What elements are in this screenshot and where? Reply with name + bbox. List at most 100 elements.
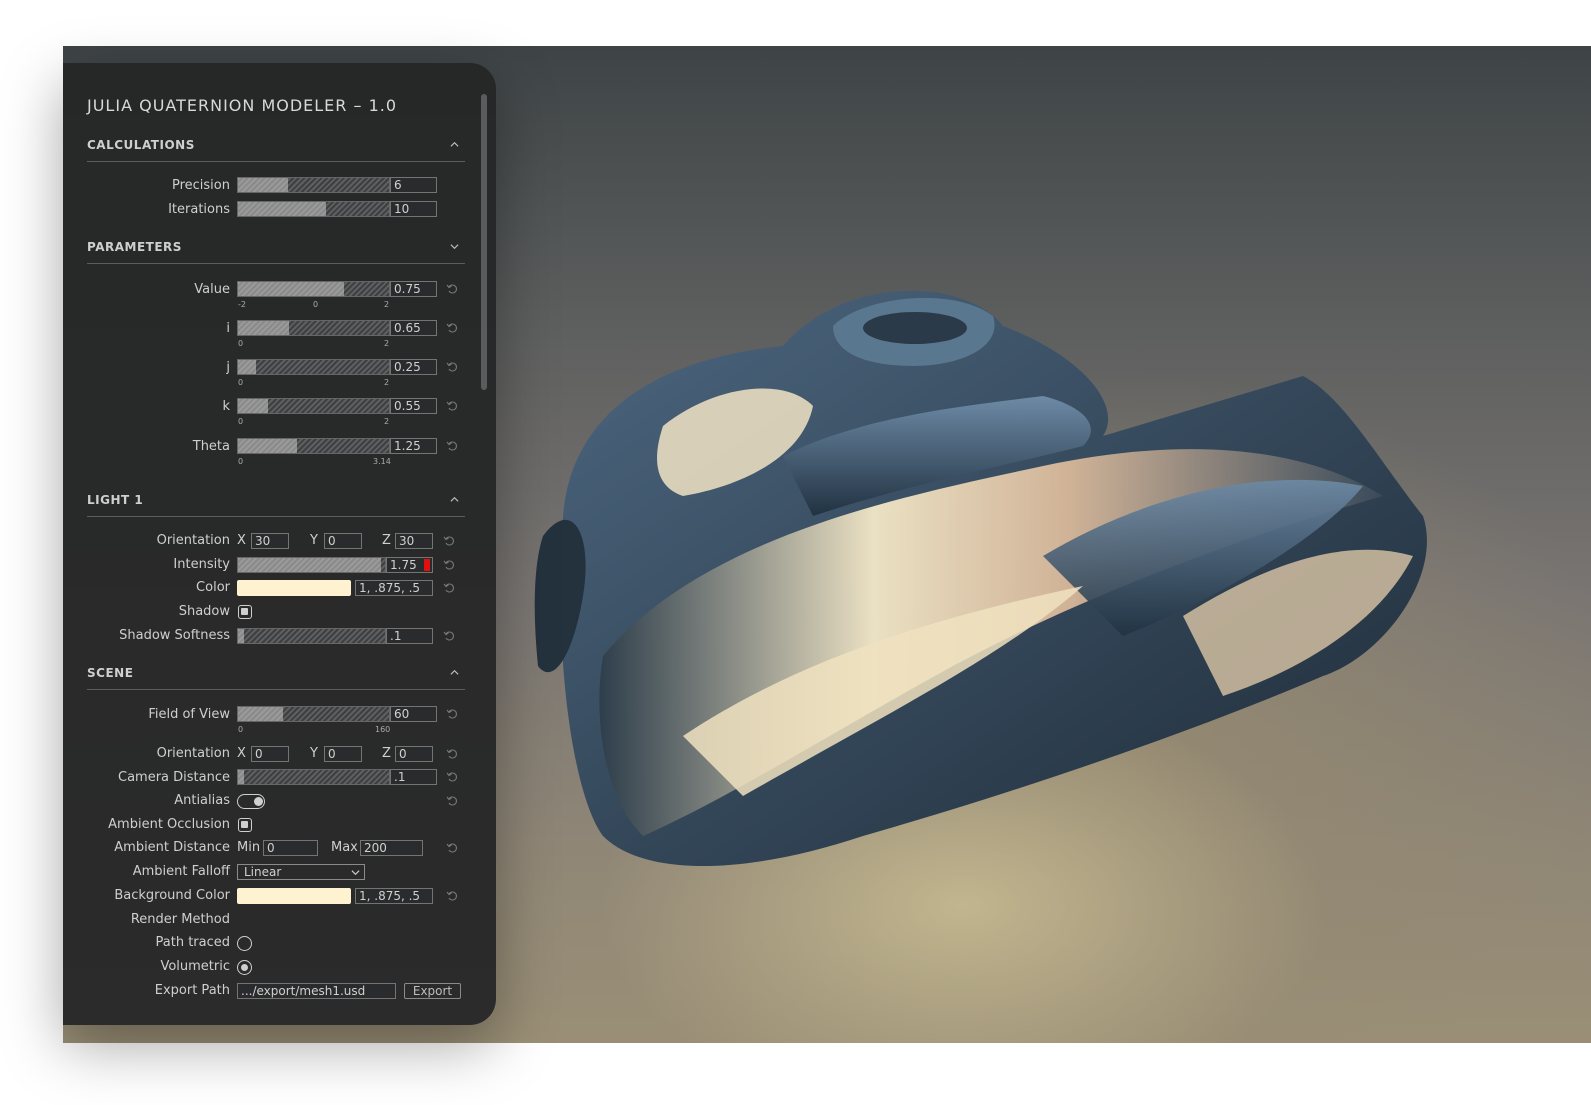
i-tick-min: 0: [238, 339, 244, 348]
reset-icon[interactable]: [443, 559, 455, 571]
render-method-label: Render Method: [130, 912, 230, 927]
section-header-parameters[interactable]: PARAMETERS: [87, 237, 465, 264]
volumetric-label: Volumetric: [160, 959, 230, 974]
value-input[interactable]: 0.75: [390, 281, 437, 297]
precision-label: Precision: [171, 178, 230, 193]
volumetric-radio[interactable]: [237, 960, 252, 975]
reset-icon[interactable]: [446, 322, 458, 334]
shadow-label: Shadow: [178, 604, 230, 619]
shadow-softness-slider[interactable]: [237, 628, 386, 644]
path-traced-radio[interactable]: [237, 936, 252, 951]
fractal-render-image: [534, 290, 1427, 866]
i-slider[interactable]: [237, 320, 390, 336]
k-tick-max: 2: [384, 417, 390, 426]
ambient-falloff-select[interactable]: Linear: [237, 864, 365, 880]
light-orientation-label: Orientation: [156, 533, 230, 548]
value-tick-max: 2: [384, 300, 390, 309]
scene-orientation-x-input[interactable]: 0: [251, 746, 289, 762]
iterations-slider[interactable]: [237, 201, 390, 217]
shadow-softness-input[interactable]: .1: [386, 628, 433, 644]
ambient-max-input[interactable]: 200: [360, 840, 423, 856]
fov-label: Field of View: [148, 707, 230, 722]
section-title: SCENE: [87, 666, 134, 680]
fov-input[interactable]: 60: [390, 706, 437, 722]
section-title: LIGHT 1: [87, 493, 144, 507]
fov-tick-max: 160: [375, 725, 391, 734]
ambient-occlusion-checkbox[interactable]: [238, 818, 252, 832]
scene-orientation-label: Orientation: [156, 746, 230, 761]
theta-slider[interactable]: [237, 438, 390, 454]
k-input[interactable]: 0.55: [390, 398, 437, 414]
chevron-up-icon[interactable]: [450, 668, 459, 677]
reset-icon[interactable]: [446, 400, 458, 412]
light-color-swatch[interactable]: [237, 580, 351, 596]
intensity-warning-marker: [424, 559, 430, 571]
section-header-light-1[interactable]: LIGHT 1: [87, 490, 465, 517]
background-color-label: Background Color: [114, 888, 230, 903]
ambient-min-input[interactable]: 0: [263, 840, 318, 856]
chevron-up-icon[interactable]: [450, 495, 459, 504]
background-color-swatch[interactable]: [237, 888, 351, 904]
panel-title: JULIA QUATERNION MODELER – 1.0: [87, 96, 398, 115]
j-input[interactable]: 0.25: [390, 359, 437, 375]
theta-input[interactable]: 1.25: [390, 438, 437, 454]
reset-icon[interactable]: [446, 842, 458, 854]
chevron-up-icon[interactable]: [450, 140, 459, 149]
j-tick-min: 0: [238, 378, 244, 387]
intensity-slider[interactable]: [237, 557, 386, 573]
precision-slider[interactable]: [237, 177, 390, 193]
value-slider[interactable]: [237, 281, 390, 297]
z-axis-label: Z: [382, 746, 391, 761]
intensity-input[interactable]: 1.75: [386, 557, 433, 573]
ambient-occlusion-label: Ambient Occlusion: [108, 817, 230, 832]
fov-tick-min: 0: [238, 725, 244, 734]
shadow-softness-label: Shadow Softness: [119, 628, 230, 643]
export-button[interactable]: Export: [404, 983, 461, 999]
fov-slider[interactable]: [237, 706, 390, 722]
reset-icon[interactable]: [443, 630, 455, 642]
theta-tick-min: 0: [238, 457, 244, 466]
k-label: k: [222, 399, 230, 414]
reset-icon[interactable]: [446, 440, 458, 452]
camera-distance-slider[interactable]: [237, 769, 390, 785]
j-slider[interactable]: [237, 359, 390, 375]
scene-orientation-z-input[interactable]: 0: [395, 746, 433, 762]
export-path-label: Export Path: [154, 983, 230, 998]
shadow-checkbox[interactable]: [238, 605, 252, 619]
j-label: j: [226, 360, 230, 375]
scene-orientation-y-input[interactable]: 0: [324, 746, 362, 762]
section-header-scene[interactable]: SCENE: [87, 663, 465, 690]
y-axis-label: Y: [310, 533, 318, 548]
reset-icon[interactable]: [446, 795, 458, 807]
antialias-toggle[interactable]: [237, 794, 265, 809]
control-panel: JULIA QUATERNION MODELER – 1.0 CALCULATI…: [63, 63, 496, 1025]
precision-input[interactable]: 6: [390, 177, 437, 193]
chevron-down-icon[interactable]: [450, 242, 459, 251]
panel-scrollbar[interactable]: [481, 94, 487, 390]
intensity-label: Intensity: [173, 557, 230, 572]
light-color-label: Color: [196, 580, 230, 595]
k-tick-min: 0: [238, 417, 244, 426]
reset-icon[interactable]: [446, 361, 458, 373]
ambient-falloff-value: Linear: [244, 865, 282, 879]
reset-icon[interactable]: [443, 582, 455, 594]
i-input[interactable]: 0.65: [390, 320, 437, 336]
reset-icon[interactable]: [446, 890, 458, 902]
reset-icon[interactable]: [446, 748, 458, 760]
reset-icon[interactable]: [443, 535, 455, 547]
light-orientation-z-input[interactable]: 30: [395, 533, 433, 549]
background-color-input[interactable]: 1, .875, .5: [355, 888, 433, 904]
light-color-input[interactable]: 1, .875, .5: [355, 580, 433, 596]
x-axis-label: X: [237, 746, 246, 761]
iterations-input[interactable]: 10: [390, 201, 437, 217]
ambient-min-label: Min: [237, 840, 261, 855]
reset-icon[interactable]: [446, 708, 458, 720]
reset-icon[interactable]: [446, 771, 458, 783]
light-orientation-x-input[interactable]: 30: [251, 533, 289, 549]
light-orientation-y-input[interactable]: 0: [324, 533, 362, 549]
camera-distance-input[interactable]: .1: [390, 769, 437, 785]
section-header-calculations[interactable]: CALCULATIONS: [87, 135, 465, 162]
export-path-input[interactable]: .../export/mesh1.usd: [237, 983, 396, 999]
reset-icon[interactable]: [446, 283, 458, 295]
k-slider[interactable]: [237, 398, 390, 414]
